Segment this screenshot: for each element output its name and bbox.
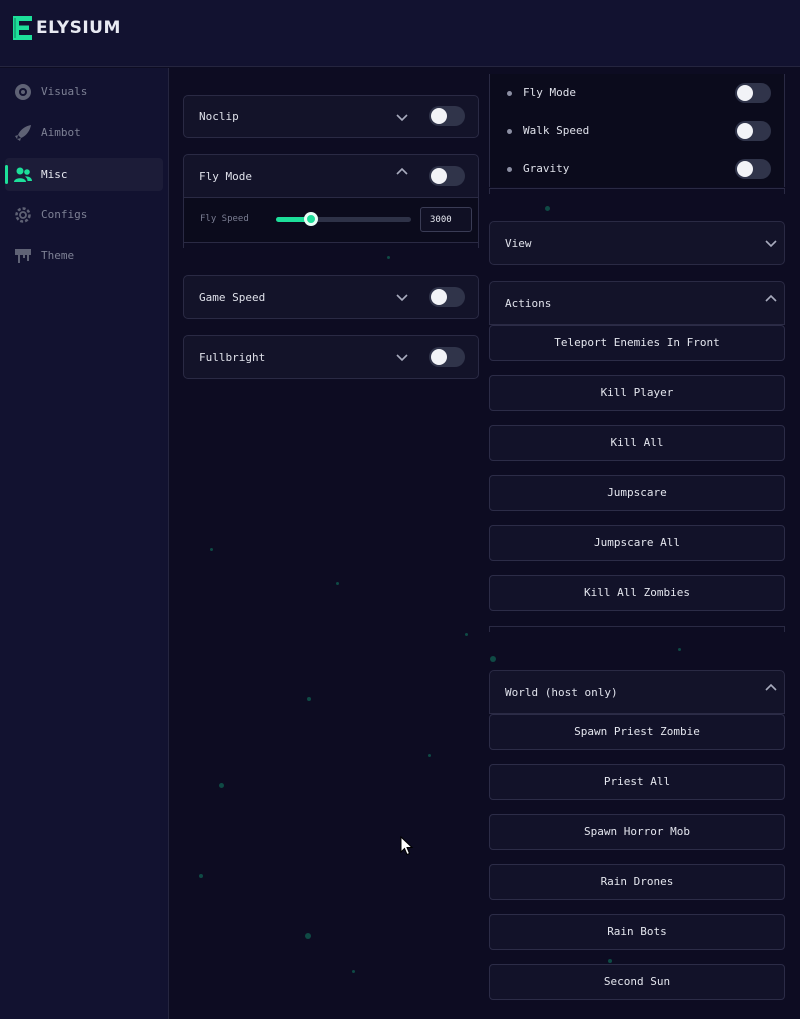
- background-particle: [219, 783, 224, 788]
- sidebar-item-label: Aimbot: [41, 126, 81, 139]
- priest-all-button[interactable]: Priest All: [489, 764, 785, 800]
- noclip-toggle[interactable]: [429, 106, 465, 126]
- gravity-toggle[interactable]: [735, 159, 771, 179]
- background-particle: [678, 648, 681, 651]
- rocket-icon: [13, 123, 33, 143]
- logo: ELYSIUM: [12, 15, 121, 41]
- divider: [489, 626, 785, 627]
- actions-label: Actions: [505, 297, 552, 310]
- fullbright-label: Fullbright: [199, 351, 266, 364]
- sidebar-item-label: Misc: [41, 168, 68, 181]
- background-particle: [210, 548, 213, 551]
- game-speed-card[interactable]: Game Speed: [183, 275, 479, 319]
- fly-speed-label: Fly Speed: [200, 214, 249, 224]
- bullet-icon: [507, 129, 512, 134]
- kill-all-zombies-button[interactable]: Kill All Zombies: [489, 575, 785, 611]
- background-particle: [428, 754, 431, 757]
- fly-mode-toggle[interactable]: [429, 166, 465, 186]
- fly-mode-label: Fly Mode: [199, 170, 252, 183]
- fly-speed-input[interactable]: [420, 207, 472, 232]
- fullbright-toggle[interactable]: [429, 347, 465, 367]
- divider: [183, 242, 479, 243]
- paint-drip-icon: [13, 246, 33, 266]
- jumpscare-button[interactable]: Jumpscare: [489, 475, 785, 511]
- kill-player-button[interactable]: Kill Player: [489, 375, 785, 411]
- rain-drones-button[interactable]: Rain Drones: [489, 864, 785, 900]
- brand-name: ELYSIUM: [36, 18, 121, 38]
- background-particle: [352, 970, 355, 973]
- eye-icon: [13, 82, 33, 102]
- chevron-down-icon[interactable]: [395, 353, 409, 363]
- rain-bots-button[interactable]: Rain Bots: [489, 914, 785, 950]
- background-particle: [336, 582, 339, 585]
- sidebar-item-theme[interactable]: Theme: [5, 239, 163, 272]
- list-item-gravity[interactable]: Gravity: [489, 150, 785, 187]
- background-particle: [307, 697, 311, 701]
- sidebar-item-misc[interactable]: Misc: [5, 158, 163, 191]
- world-label: World (host only): [505, 686, 618, 699]
- divider: [489, 626, 490, 632]
- users-icon: [13, 165, 33, 185]
- divider: [784, 626, 785, 632]
- view-card[interactable]: View: [489, 221, 785, 265]
- elysium-logo-icon: [13, 16, 32, 40]
- second-sun-button[interactable]: Second Sun: [489, 964, 785, 1000]
- game-speed-toggle[interactable]: [429, 287, 465, 307]
- fly-speed-slider[interactable]: [276, 212, 411, 226]
- chevron-up-icon[interactable]: [395, 166, 409, 176]
- fly-mode-card[interactable]: Fly Mode: [183, 154, 479, 198]
- game-speed-label: Game Speed: [199, 291, 266, 304]
- chevron-down-icon[interactable]: [395, 113, 409, 123]
- walk-speed-toggle[interactable]: [735, 121, 771, 141]
- list-item-fly-mode[interactable]: Fly Mode: [489, 74, 785, 112]
- kill-all-button[interactable]: Kill All: [489, 425, 785, 461]
- bullet-icon: [507, 167, 512, 172]
- divider: [489, 188, 785, 189]
- chevron-up-icon[interactable]: [764, 682, 778, 692]
- sidebar-item-aimbot[interactable]: Aimbot: [5, 116, 163, 149]
- background-particle: [199, 874, 203, 878]
- sidebar-item-label: Theme: [41, 249, 75, 262]
- divider: [183, 242, 184, 248]
- bullet-icon: [507, 91, 512, 96]
- fly-speed-panel: Fly Speed: [183, 198, 479, 242]
- top-bar: ELYSIUM: [0, 0, 800, 67]
- list-item-label: Walk Speed: [523, 124, 590, 137]
- chevron-up-icon[interactable]: [764, 293, 778, 303]
- background-particle: [490, 656, 496, 662]
- spawn-horror-mob-button[interactable]: Spawn Horror Mob: [489, 814, 785, 850]
- background-particle: [545, 206, 550, 211]
- gear-icon: [13, 205, 33, 225]
- divider: [478, 242, 479, 248]
- list-item-label: Gravity: [523, 162, 570, 175]
- background-particle: [305, 933, 311, 939]
- view-label: View: [505, 237, 532, 250]
- sidebar: Visuals Aimbot Misc Configs Theme: [0, 68, 169, 1019]
- jumpscare-all-button[interactable]: Jumpscare All: [489, 525, 785, 561]
- background-particle: [387, 256, 390, 259]
- background-particle: [608, 959, 612, 963]
- divider: [489, 188, 490, 194]
- chevron-down-icon[interactable]: [395, 293, 409, 303]
- fullbright-card[interactable]: Fullbright: [183, 335, 479, 379]
- divider: [784, 188, 785, 194]
- world-card[interactable]: World (host only): [489, 670, 785, 714]
- background-particle: [465, 633, 468, 636]
- list-item-walk-speed[interactable]: Walk Speed: [489, 112, 785, 150]
- noclip-label: Noclip: [199, 110, 239, 123]
- list-item-label: Fly Mode: [523, 86, 576, 99]
- sidebar-item-configs[interactable]: Configs: [5, 198, 163, 231]
- noclip-card[interactable]: Noclip: [183, 95, 479, 138]
- fly-mode-toggle[interactable]: [735, 83, 771, 103]
- spawn-priest-zombie-button[interactable]: Spawn Priest Zombie: [489, 714, 785, 750]
- chevron-down-icon[interactable]: [764, 239, 778, 249]
- sidebar-item-label: Visuals: [41, 85, 88, 98]
- actions-card[interactable]: Actions: [489, 281, 785, 325]
- teleport-enemies-in-front-button[interactable]: Teleport Enemies In Front: [489, 325, 785, 361]
- sidebar-item-label: Configs: [41, 208, 88, 221]
- mouse-cursor-icon: [400, 836, 414, 856]
- fly-speed-slider-thumb[interactable]: [304, 212, 318, 226]
- sidebar-item-visuals[interactable]: Visuals: [5, 75, 163, 108]
